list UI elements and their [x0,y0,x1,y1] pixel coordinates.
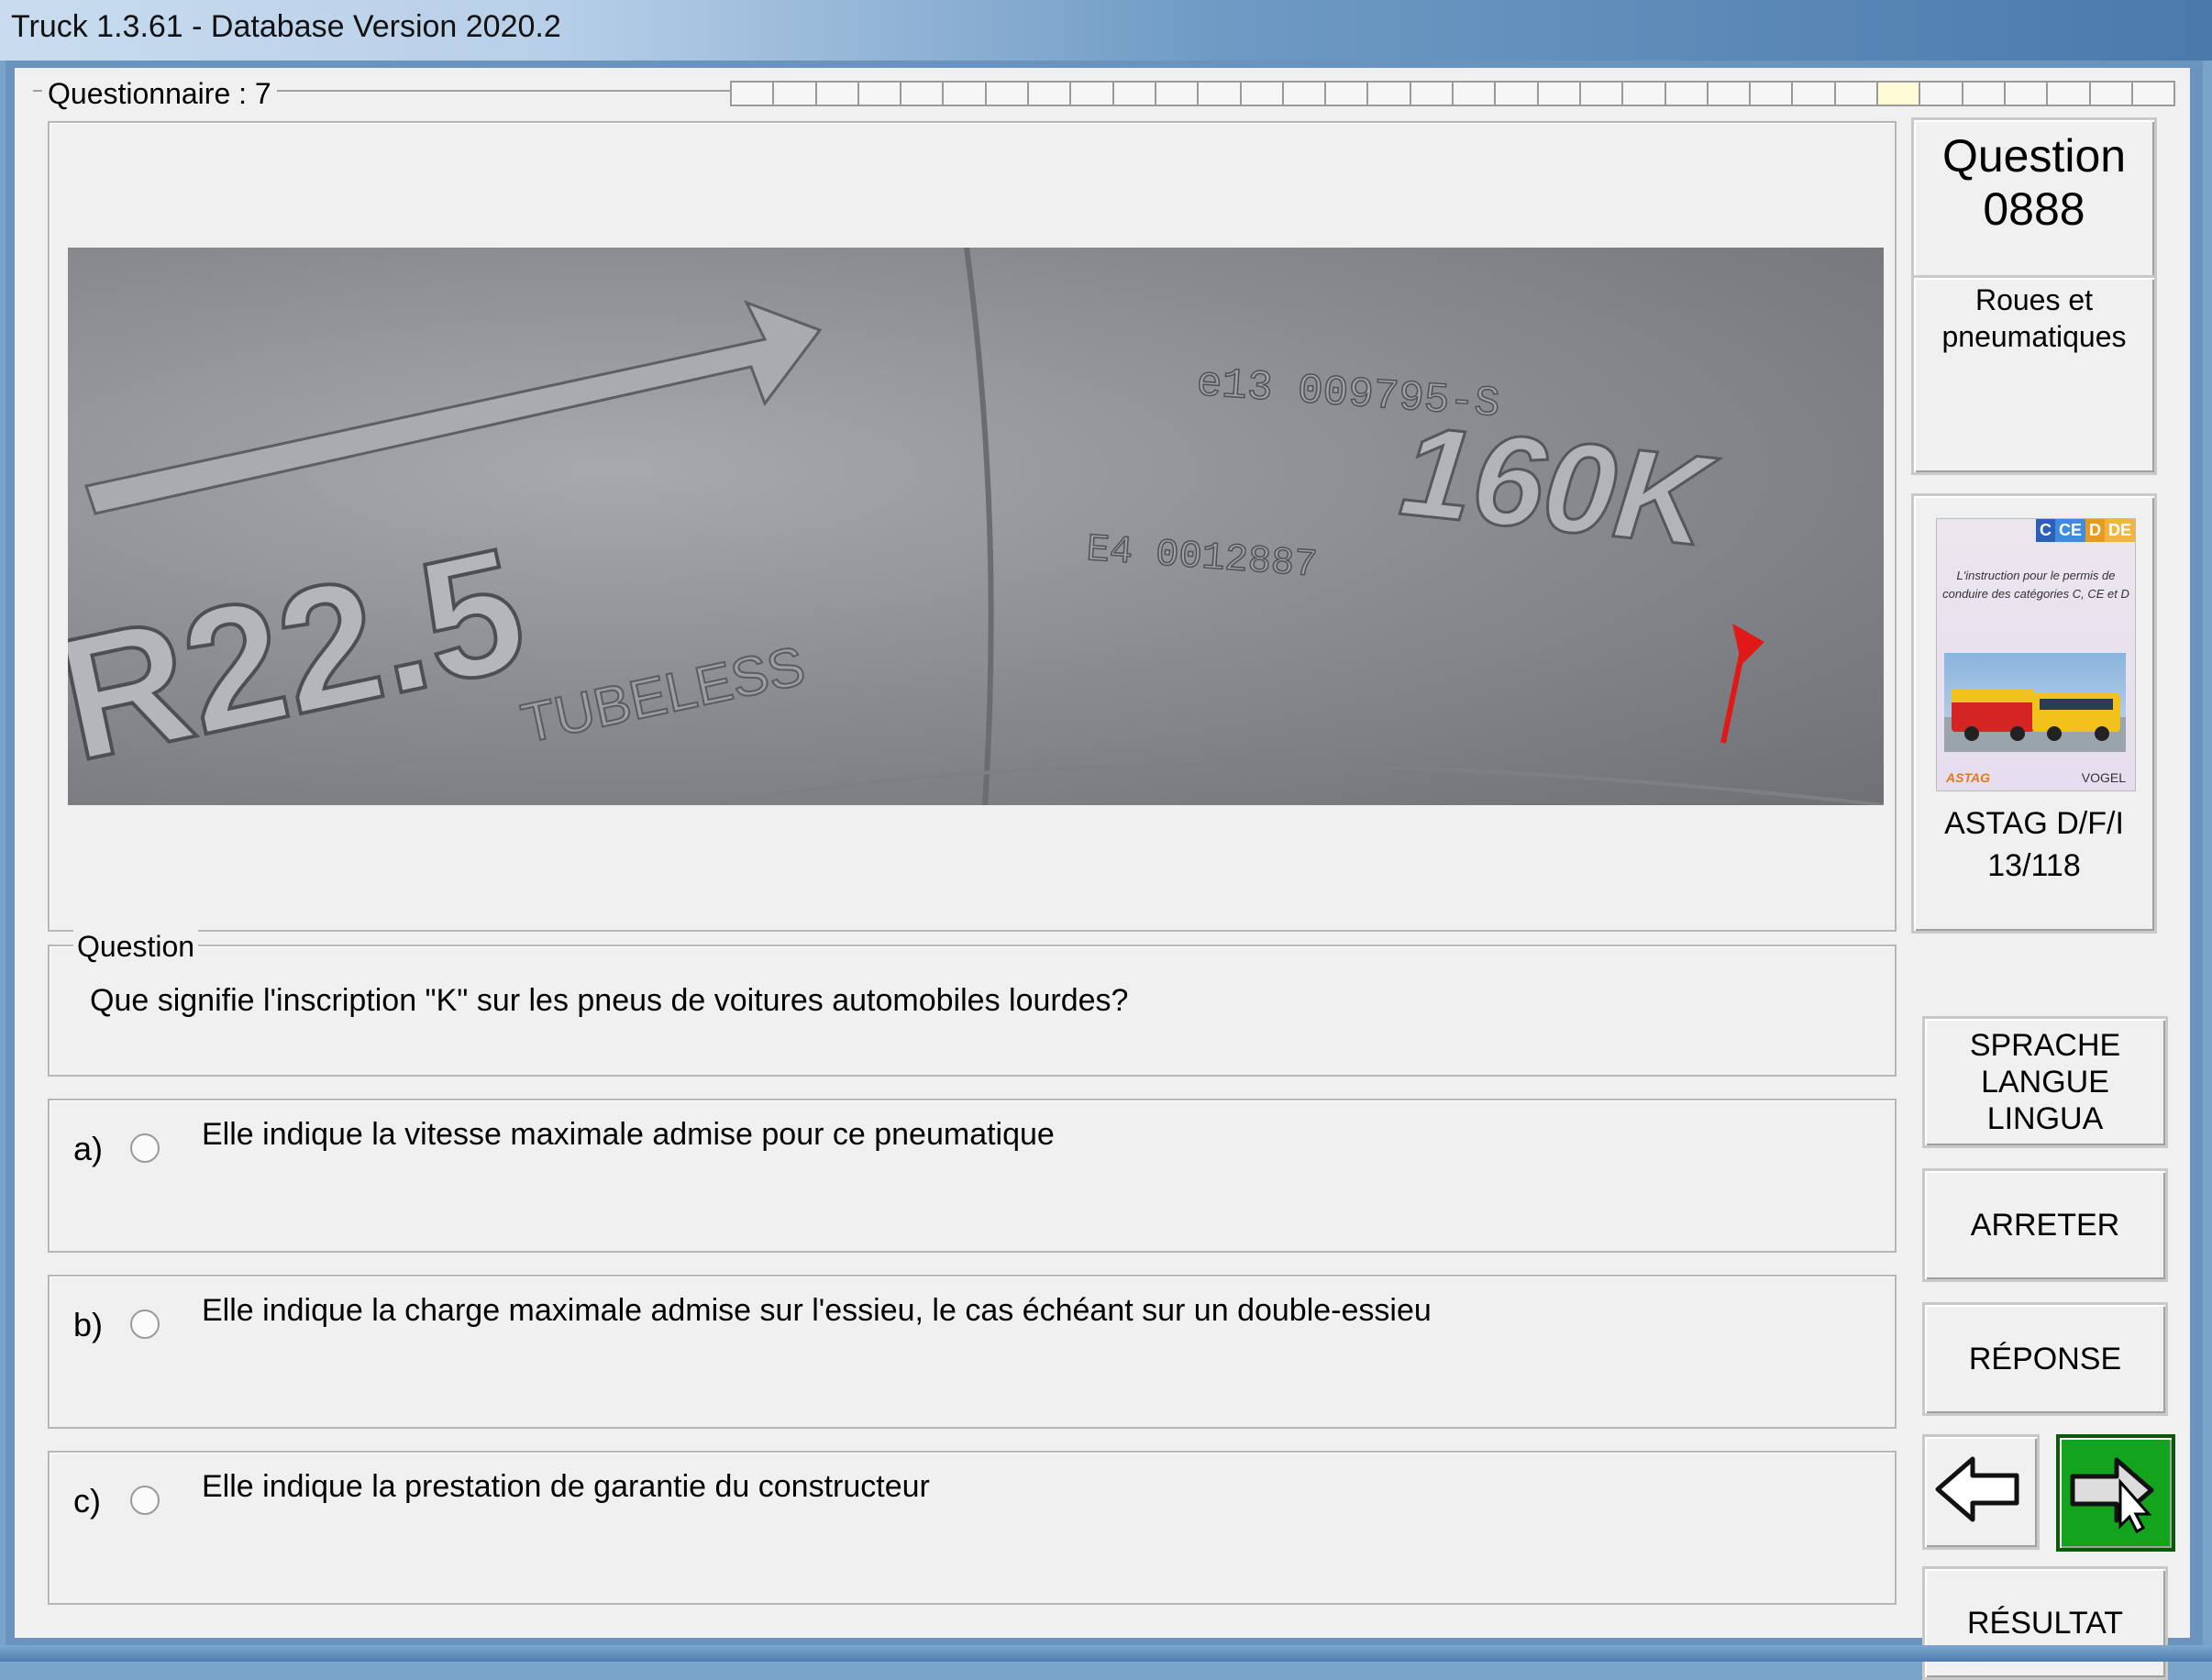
badge-ce: CE [2054,519,2085,542]
cover-text: L'instruction pour le permis de conduire… [1942,569,2129,601]
question-number-label: Question [1941,130,2127,182]
window-title: Truck 1.3.61 - Database Version 2020.2 [11,9,561,44]
arrow-left-icon [1935,1456,2019,1522]
progress-cell [2046,81,2089,106]
tire-photo: R22.5 TUBELESS e13 009795-S E4 0012887 1… [68,248,1884,805]
progress-cell [1876,81,1919,106]
truck-bus-picture [1944,653,2126,752]
category-badges: C CE D DE [2035,519,2135,542]
question-number: 0888 [1983,183,2085,235]
app-window: Questionnaire : 7 R22.5 TUBELESS e13 009… [6,61,2203,1680]
progress-cell [1833,81,1877,106]
title-bar: Truck 1.3.61 - Database Version 2020.2 [0,0,2212,61]
client-area: Questionnaire : 7 R22.5 TUBELESS e13 009… [15,68,2190,1680]
book-caption: ASTAG D/F/I 13/118 [1914,802,2154,887]
progress-cell [1197,81,1240,106]
answer-b-radio[interactable] [130,1310,160,1339]
progress-cell [1366,81,1410,106]
book-caption-line2: 13/118 [1987,848,2081,883]
progress-cell [730,81,773,106]
answer-letter: a) [73,1130,104,1167]
truck-bus-graphic [1944,690,2126,752]
progress-cell [1536,81,1579,106]
arrow-right-icon [2070,1457,2154,1534]
stop-button[interactable]: ARRETER [1922,1168,2168,1282]
progress-cell [1578,81,1622,106]
answer-b[interactable]: b) Elle indique la charge maximale admis… [48,1275,1897,1429]
tubeless-text: TUBELESS [516,635,811,755]
category-text: Roues et pneumatiques [1941,283,2127,353]
answer-a-radio[interactable] [130,1133,160,1163]
tire-photo-graphic: R22.5 TUBELESS e13 009795-S E4 0012887 1… [68,248,1884,805]
progress-cell [2088,81,2131,106]
progress-cell [1112,81,1155,106]
question-progress-strip [730,81,2176,106]
question-legend: Question [73,930,199,964]
progress-cell [1239,81,1282,106]
window-bottom-border [0,1645,2212,1662]
answer-letter: c) [73,1482,101,1520]
progress-cell [1409,81,1453,106]
progress-cell [1281,81,1325,106]
badge-c: C [2035,519,2055,542]
astag-logo: ASTAG [1946,770,1990,785]
previous-question-button[interactable] [1922,1434,2040,1550]
answer-text: Elle indique la prestation de garantie d… [202,1469,930,1504]
progress-cell [814,81,857,106]
progress-cell [2003,81,2047,106]
language-label-de: SPRACHE [1969,1028,2121,1063]
progress-cell [1749,81,1792,106]
progress-cell [1791,81,1834,106]
image-panel: R22.5 TUBELESS e13 009795-S E4 0012887 1… [48,121,1897,932]
answer-letter: b) [73,1306,104,1343]
questionnaire-label: Questionnaire : 7 [42,77,277,111]
answer-c[interactable]: c) Elle indique la prestation de garanti… [48,1451,1897,1605]
badge-d: D [2085,519,2105,542]
progress-cell [1027,81,1070,106]
progress-cell [1664,81,1707,106]
badge-de: DE [2104,519,2135,542]
progress-cell [857,81,901,106]
language-label-fr: LANGUE [1981,1065,2109,1100]
progress-cell [1706,81,1750,106]
progress-cell [1494,81,1537,106]
language-label-it: LINGUA [1986,1101,2104,1136]
language-button[interactable]: SPRACHE LANGUE LINGUA [1922,1016,2168,1148]
progress-cell [1452,81,1495,106]
question-text: Que signifie l'inscription "K" sur les p… [90,983,1129,1018]
answer-text: Elle indique la vitesse maximale admise … [202,1117,1055,1152]
answer-a[interactable]: a) Elle indique la vitesse maximale admi… [48,1099,1897,1253]
progress-cell [772,81,815,106]
marking-mid-text: E4 0012887 [1085,527,1319,587]
vogel-logo: VOGEL [2081,770,2126,785]
progress-cell [1154,81,1198,106]
question-number-box: Question 0888 [1911,117,2157,284]
answer-button[interactable]: RÉPONSE [1922,1302,2168,1416]
category-box: Roues et pneumatiques [1911,275,2157,475]
answer-c-radio[interactable] [130,1486,160,1515]
book-caption-line1: ASTAG D/F/I [1944,806,2124,841]
progress-cell [984,81,1028,106]
tire-size-text: R22.5 [68,511,539,798]
progress-cell [900,81,943,106]
answer-text: Elle indique la charge maximale admise s… [202,1293,1432,1328]
progress-cell [1069,81,1112,106]
progress-cell [1621,81,1665,106]
progress-cell [1324,81,1367,106]
progress-cell [1919,81,1962,106]
progress-cell [942,81,985,106]
question-panel: Question Que signifie l'inscription "K" … [48,930,1897,1077]
progress-cell [2130,81,2176,106]
progress-cell [1961,81,2004,106]
book-reference-box: C CE D DE L'instruction pour le permis d… [1911,493,2157,934]
book-cover-image: C CE D DE L'instruction pour le permis d… [1936,518,2136,791]
result-button[interactable]: RÉSULTAT [1922,1566,2168,1680]
load-speed-text: 160K [1395,398,1723,574]
next-question-button[interactable] [2056,1434,2175,1552]
